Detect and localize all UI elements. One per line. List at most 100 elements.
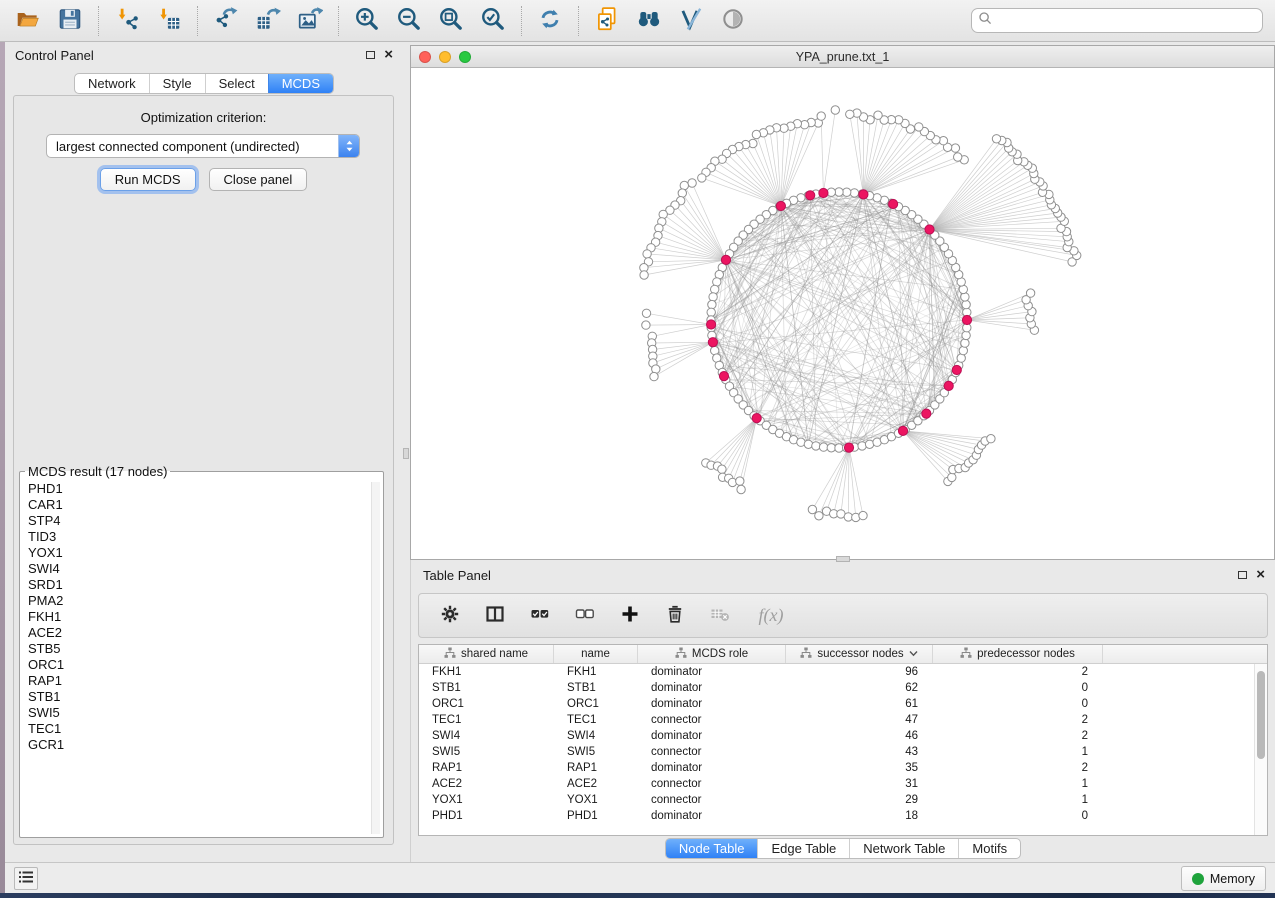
refresh-button[interactable] bbox=[535, 6, 565, 36]
deselect-all-button[interactable] bbox=[573, 604, 597, 628]
tab-network[interactable]: Network bbox=[75, 74, 149, 93]
gear-button[interactable] bbox=[438, 604, 462, 628]
table-row[interactable]: STB1STB1dominator620 bbox=[419, 680, 1267, 696]
table-scrollbar[interactable] bbox=[1254, 664, 1267, 835]
tab-edge-table[interactable]: Edge Table bbox=[757, 839, 849, 858]
column-header-mcds-role[interactable]: MCDS role bbox=[638, 645, 786, 663]
show-graphics-details-icon bbox=[678, 6, 704, 35]
column-header-name[interactable]: name bbox=[554, 645, 638, 663]
import-table-button[interactable] bbox=[154, 6, 184, 36]
column-header-predecessor-nodes[interactable]: predecessor nodes bbox=[933, 645, 1103, 663]
optimization-criterion-label: Optimization criterion: bbox=[14, 110, 393, 125]
criterion-dropdown[interactable]: largest connected component (undirected) bbox=[46, 134, 360, 158]
criterion-value: largest connected component (undirected) bbox=[47, 139, 338, 154]
save-session-button[interactable] bbox=[55, 6, 85, 36]
sort-caret-icon[interactable] bbox=[909, 648, 918, 660]
close-table-panel-icon[interactable]: × bbox=[1256, 570, 1265, 580]
hide-selected-button[interactable] bbox=[718, 6, 748, 36]
table-row[interactable]: TEC1TEC1connector472 bbox=[419, 712, 1267, 728]
table-cell: ACE2 bbox=[554, 778, 638, 790]
table-row[interactable]: ORC1ORC1dominator610 bbox=[419, 696, 1267, 712]
mcds-result-item[interactable]: RAP1 bbox=[28, 673, 371, 689]
tab-select[interactable]: Select bbox=[205, 74, 268, 93]
memory-button[interactable]: Memory bbox=[1181, 866, 1266, 891]
function-builder-button[interactable]: f(x) bbox=[753, 604, 789, 628]
zoom-fit-button[interactable] bbox=[436, 6, 466, 36]
close-panel-button[interactable]: Close panel bbox=[209, 168, 308, 191]
table-row[interactable]: SWI5SWI5connector431 bbox=[419, 744, 1267, 760]
float-panel-icon[interactable] bbox=[366, 51, 375, 59]
zoom-in-button[interactable] bbox=[352, 6, 382, 36]
zoom-in-icon bbox=[354, 6, 380, 35]
mcds-result-item[interactable]: TID3 bbox=[28, 529, 371, 545]
divider-grab-handle[interactable] bbox=[403, 448, 409, 459]
export-network-icon bbox=[213, 6, 239, 35]
column-header-shared-name[interactable]: shared name bbox=[419, 645, 554, 663]
column-header-successor-nodes[interactable]: successor nodes bbox=[786, 645, 933, 663]
mcds-result-item[interactable]: PMA2 bbox=[28, 593, 371, 609]
mcds-tab-content: Optimization criterion: largest connecte… bbox=[13, 95, 394, 845]
zoom-selected-button[interactable] bbox=[478, 6, 508, 36]
mcds-result-item[interactable]: SWI5 bbox=[28, 705, 371, 721]
add-column-button[interactable] bbox=[618, 604, 642, 628]
export-network-button[interactable] bbox=[211, 6, 241, 36]
new-network-from-selection-button[interactable] bbox=[592, 6, 622, 36]
search-input[interactable] bbox=[993, 11, 1256, 31]
task-history-button[interactable] bbox=[14, 867, 38, 890]
desktop-bottom-strip bbox=[0, 893, 1275, 898]
toolbar-group bbox=[339, 6, 522, 36]
table-row[interactable]: RAP1RAP1dominator352 bbox=[419, 760, 1267, 776]
table-row[interactable]: SWI4SWI4dominator462 bbox=[419, 728, 1267, 744]
table-body: FKH1FKH1dominator962STB1STB1dominator620… bbox=[419, 664, 1267, 824]
tab-network-table[interactable]: Network Table bbox=[849, 839, 958, 858]
table-row[interactable]: YOX1YOX1connector291 bbox=[419, 792, 1267, 808]
tab-style[interactable]: Style bbox=[149, 74, 205, 93]
table-scrollbar-thumb[interactable] bbox=[1257, 671, 1265, 759]
panel-divider-vertical[interactable] bbox=[403, 42, 410, 862]
export-table-button[interactable] bbox=[253, 6, 283, 36]
table-cell: connector bbox=[638, 714, 786, 726]
network-canvas[interactable] bbox=[411, 68, 1274, 559]
split-columns-button[interactable] bbox=[483, 604, 507, 628]
column-label: shared name bbox=[461, 648, 528, 660]
mcds-result-item[interactable]: PHD1 bbox=[28, 481, 371, 497]
mcds-result-item[interactable]: ACE2 bbox=[28, 625, 371, 641]
open-session-icon bbox=[15, 6, 41, 35]
first-neighbors-button[interactable] bbox=[634, 6, 664, 36]
import-network-button[interactable] bbox=[112, 6, 142, 36]
mcds-result-item[interactable]: SWI4 bbox=[28, 561, 371, 577]
mcds-result-item[interactable]: YOX1 bbox=[28, 545, 371, 561]
mcds-result-item[interactable]: STB5 bbox=[28, 641, 371, 657]
mcds-result-item[interactable]: TEC1 bbox=[28, 721, 371, 737]
table-row[interactable]: PHD1PHD1dominator180 bbox=[419, 808, 1267, 824]
delete-table-button[interactable] bbox=[708, 604, 732, 628]
close-panel-icon[interactable]: × bbox=[384, 50, 393, 60]
open-session-button[interactable] bbox=[13, 6, 43, 36]
mcds-result-item[interactable]: GCR1 bbox=[28, 737, 371, 753]
table-cell: 29 bbox=[786, 794, 933, 806]
table-row[interactable]: FKH1FKH1dominator962 bbox=[419, 664, 1267, 680]
mcds-result-item[interactable]: CAR1 bbox=[28, 497, 371, 513]
table-row[interactable]: ACE2ACE2connector311 bbox=[419, 776, 1267, 792]
tab-mcds[interactable]: MCDS bbox=[268, 74, 333, 93]
show-graphics-details-button[interactable] bbox=[676, 6, 706, 36]
column-header-empty bbox=[1103, 645, 1267, 663]
mcds-result-item[interactable]: STB1 bbox=[28, 689, 371, 705]
mcds-result-item[interactable]: SRD1 bbox=[28, 577, 371, 593]
mcds-result-item[interactable]: STP4 bbox=[28, 513, 371, 529]
tab-motifs[interactable]: Motifs bbox=[958, 839, 1020, 858]
tab-node-table[interactable]: Node Table bbox=[666, 839, 758, 858]
export-image-button[interactable] bbox=[295, 6, 325, 36]
zoom-out-button[interactable] bbox=[394, 6, 424, 36]
float-table-panel-icon[interactable] bbox=[1238, 571, 1247, 579]
network-window-titlebar[interactable]: YPA_prune.txt_1 bbox=[411, 46, 1274, 68]
select-all-button[interactable] bbox=[528, 604, 552, 628]
table-cell: 1 bbox=[933, 778, 1103, 790]
result-list-scrollbar[interactable] bbox=[371, 482, 380, 834]
search-box[interactable] bbox=[971, 8, 1263, 33]
delete-column-button[interactable] bbox=[663, 604, 687, 628]
run-mcds-button[interactable]: Run MCDS bbox=[100, 168, 196, 191]
table-cell: STB1 bbox=[419, 682, 554, 694]
mcds-result-item[interactable]: FKH1 bbox=[28, 609, 371, 625]
mcds-result-item[interactable]: ORC1 bbox=[28, 657, 371, 673]
